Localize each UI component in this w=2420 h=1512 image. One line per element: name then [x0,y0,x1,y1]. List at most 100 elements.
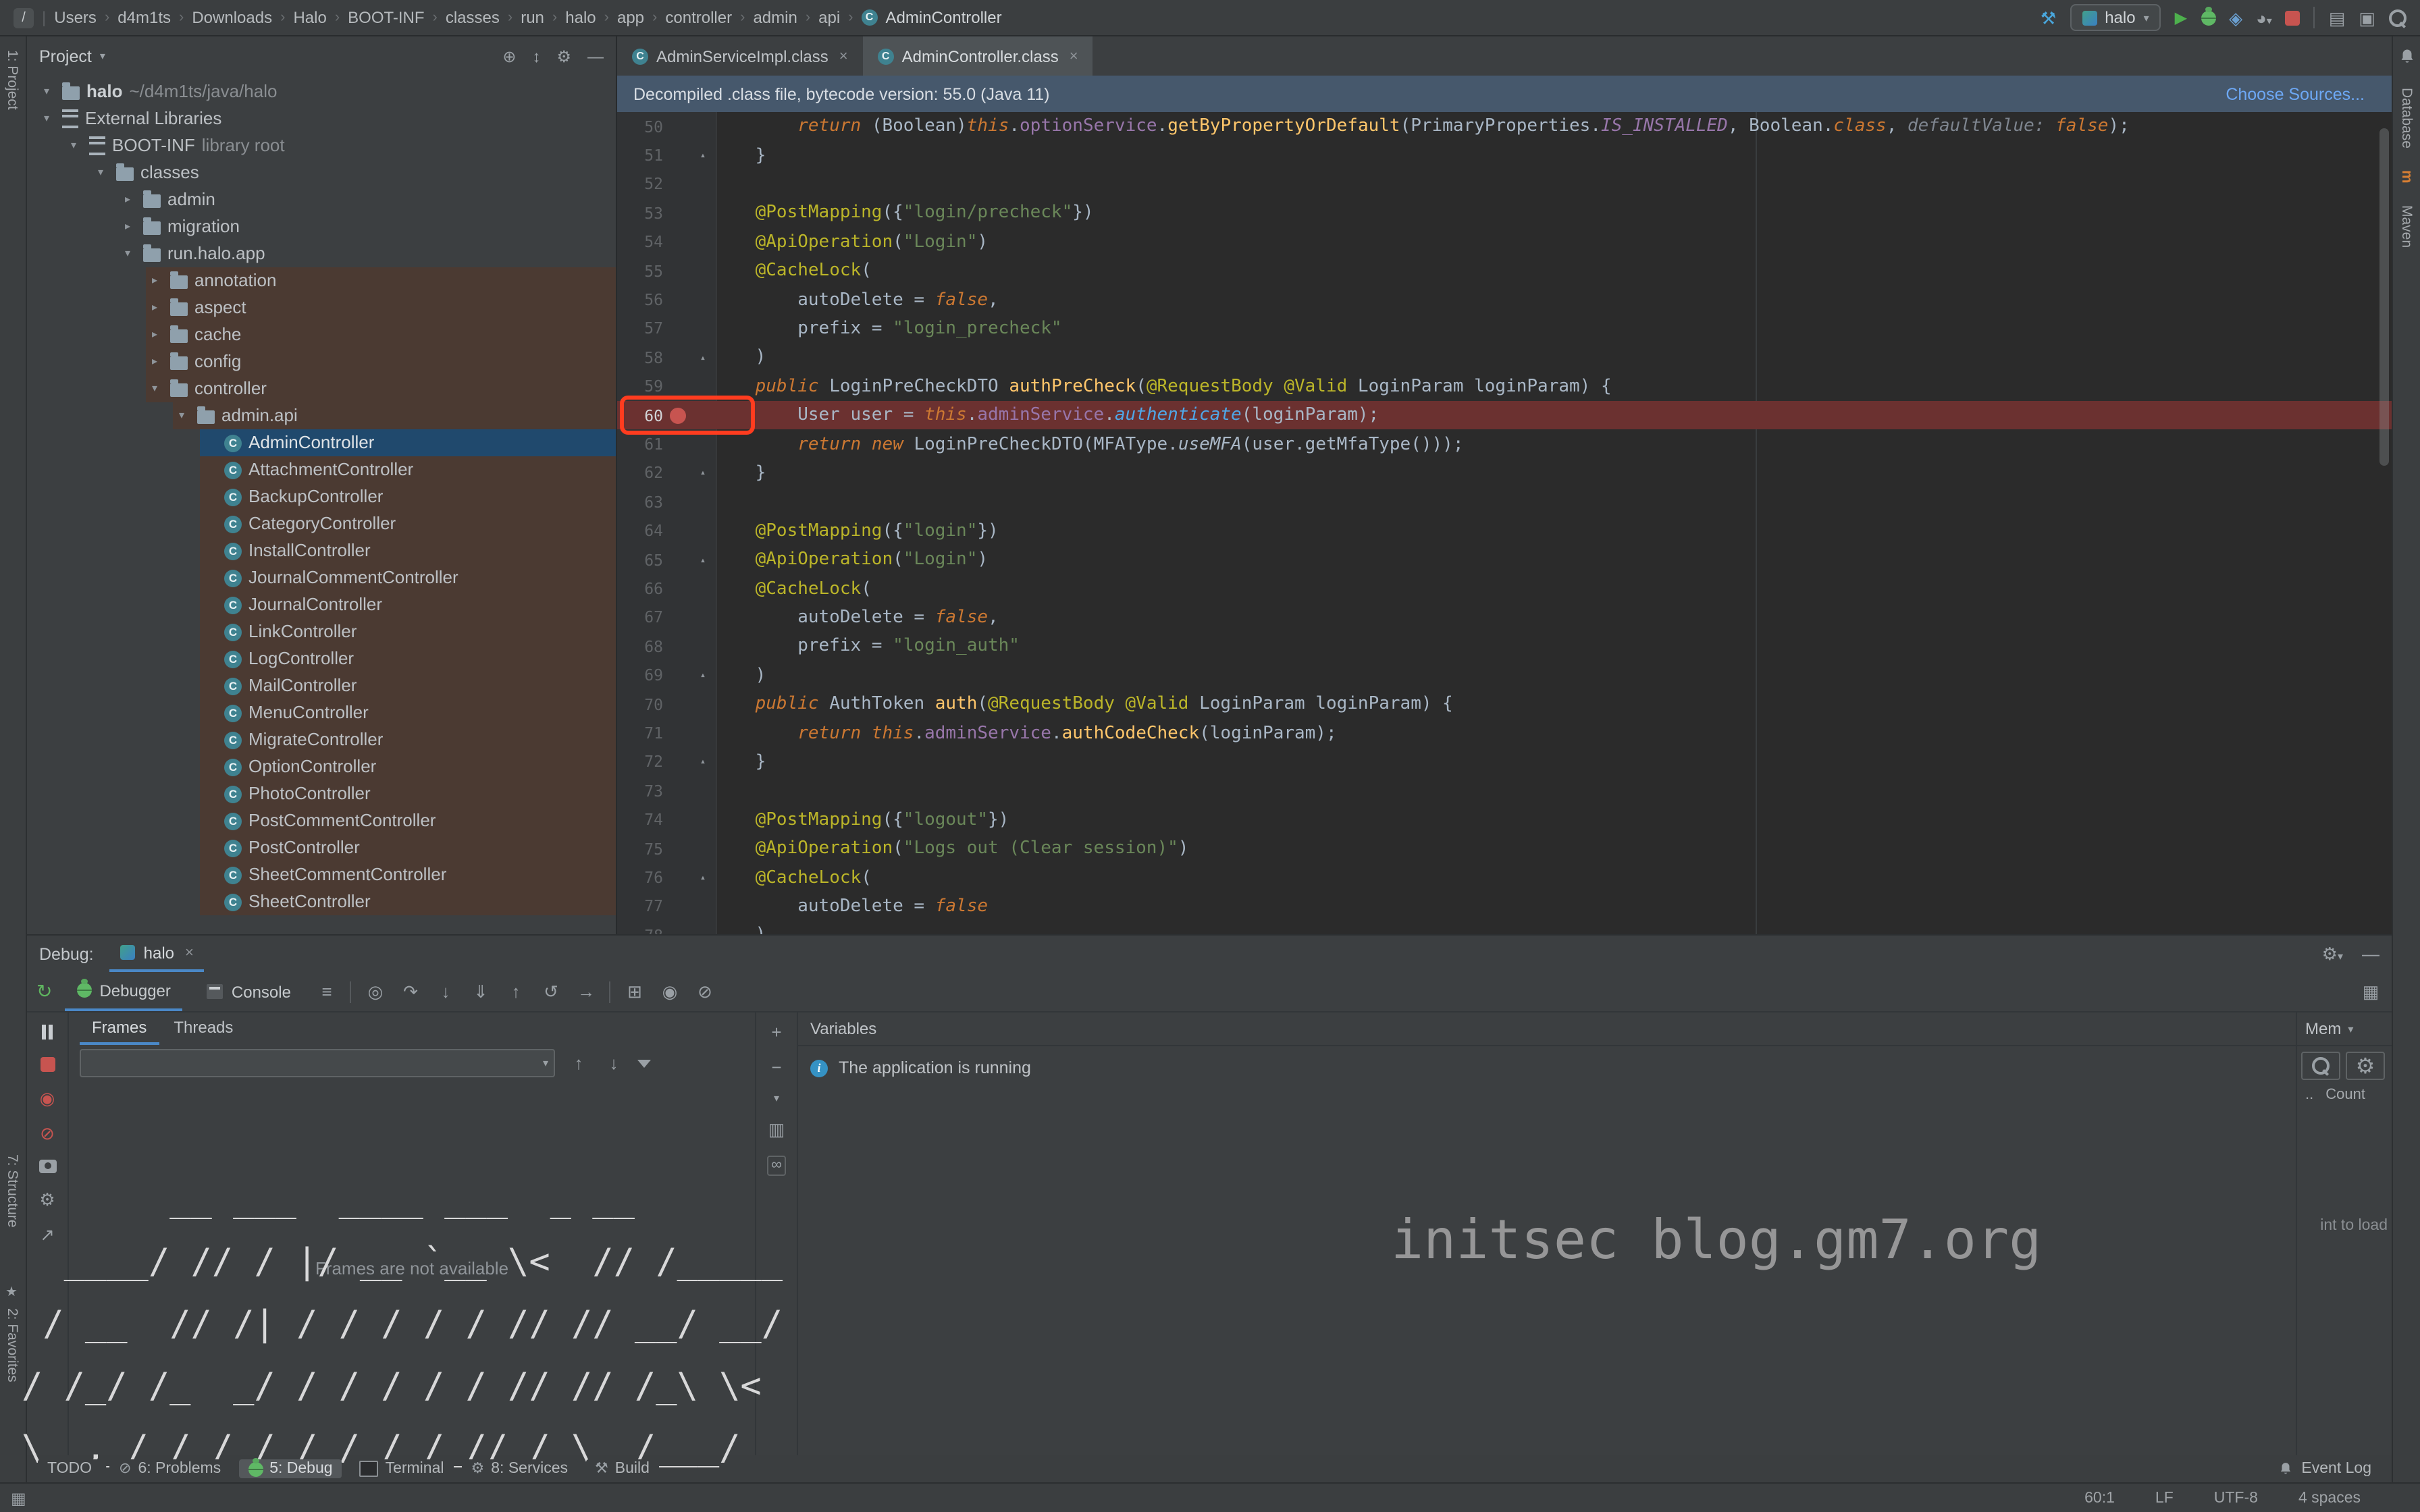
tool-stripe-database[interactable]: Database [2398,88,2415,148]
choose-sources-link[interactable]: Choose Sources... [2226,84,2365,103]
notifications-bell-icon[interactable] [2398,47,2415,66]
tab-console[interactable]: Console [195,972,303,1011]
view-breakpoints-icon[interactable]: ◉ [40,1089,55,1107]
code-line[interactable]: 69▴ ) [617,661,2392,690]
tree-item[interactable]: ▾BOOT-INF library root [27,132,616,159]
run-configuration-selector[interactable]: halo ▾ [2070,4,2161,31]
code-line[interactable]: 66 @CacheLock( [617,574,2392,603]
tool-window-button-terminal[interactable]: Terminal [350,1459,454,1478]
caret-position[interactable]: 60:1 [2084,1490,2115,1506]
tree-item[interactable]: ▾admin.api [27,402,616,429]
tree-item[interactable]: ▸aspect [27,294,616,321]
search-everywhere-icon[interactable] [2389,9,2406,26]
step-into-icon[interactable]: ↓ [434,983,457,1000]
tree-chevron-icon[interactable]: ▸ [146,348,163,375]
code-line[interactable]: 75 @ApiOperation("Logs out (Clear sessio… [617,834,2392,863]
project-view-title[interactable]: Project [39,47,92,65]
chevron-down-icon[interactable]: ▾ [100,50,105,62]
code-line[interactable]: 56 autoDelete = false, [617,286,2392,315]
memory-search-button[interactable] [2301,1052,2340,1080]
layout-icon[interactable]: ≡ [315,983,338,1000]
chevron-down-icon[interactable]: ▾ [774,1092,779,1104]
locate-file-icon[interactable]: ⊕ [502,47,516,65]
fold-marker-icon[interactable]: ▴ [693,468,713,479]
filter-funnel-icon[interactable] [637,1059,651,1067]
tab-debugger[interactable]: Debugger [64,972,182,1011]
code-line[interactable]: 71 return this.adminService.authCodeChec… [617,719,2392,748]
code-line[interactable]: 53 @PostMapping({"login/precheck"}) [617,198,2392,227]
event-log-button[interactable]: Event Log [2269,1459,2381,1478]
editor-scrollbar[interactable] [2379,128,2389,466]
memory-settings-button[interactable]: ⚙ [2346,1052,2385,1080]
build-hammer-icon[interactable]: ⚒ [2041,9,2056,26]
mute-breakpoints-icon[interactable]: ⊘ [40,1125,55,1142]
frame-up-icon[interactable]: ↑ [567,1054,590,1072]
breadcrumb-item[interactable]: BOOT-INF [348,8,424,27]
tool-stripe-project[interactable]: 1: Project [4,50,20,110]
tool-window-switcher-icon[interactable]: ▦ [11,1488,26,1507]
step-over-icon[interactable]: ↷ [399,983,422,1000]
close-icon[interactable]: × [839,48,848,64]
show-execution-point-icon[interactable]: ◎ [364,983,387,1000]
tool-window-button-todo[interactable]: TODO [38,1459,101,1478]
tree-item[interactable]: MailController [27,672,616,699]
add-watch-icon[interactable]: + [771,1022,781,1042]
tree-item[interactable]: PostCommentController [27,807,616,834]
tree-chevron-icon[interactable]: ▾ [146,375,163,402]
fold-marker-icon[interactable]: ▴ [693,554,713,565]
force-step-into-icon[interactable]: ⇓ [469,983,492,1000]
tab-frames[interactable]: Frames [80,1013,159,1045]
view-breakpoints-icon[interactable]: ◉ [658,983,681,1000]
indent-setting[interactable]: 4 spaces [2298,1490,2361,1506]
fold-marker-icon[interactable]: ▴ [693,872,713,883]
fold-marker-icon[interactable]: ▴ [693,757,713,767]
tree-item[interactable]: AdminController [27,429,616,456]
memory-diff-column[interactable]: .. [2305,1087,2313,1103]
code-line[interactable]: 61 return new LoginPreCheckDTO(MFAType.u… [617,430,2392,459]
code-line[interactable]: 50 return (Boolean)this.optionService.ge… [617,112,2392,141]
close-icon[interactable]: × [185,944,194,961]
code-line[interactable]: 77 autoDelete = false [617,892,2392,921]
restore-layout-icon[interactable]: ▦ [2359,983,2382,1000]
code-line[interactable]: 54 @ApiOperation("Login") [617,227,2392,256]
tool-stripe-structure[interactable]: 7: Structure [4,1154,20,1228]
code-line[interactable]: 64 @PostMapping({"login"}) [617,516,2392,545]
code-line[interactable]: 51▴ } [617,141,2392,170]
mute-breakpoints-icon[interactable]: ⊘ [693,983,716,1000]
tab-threads[interactable]: Threads [161,1013,245,1045]
tree-item[interactable]: ▾run.halo.app [27,240,616,267]
tree-chevron-icon[interactable]: ▸ [146,267,163,294]
tree-item[interactable]: ▾halo ~/d4m1ts/java/halo [27,78,616,105]
debug-button[interactable] [2201,10,2215,25]
hide-panel-icon[interactable]: — [2362,944,2379,964]
breadcrumb-item[interactable]: AdminController [886,8,1002,27]
tree-chevron-icon[interactable]: ▾ [38,105,55,132]
tree-chevron-icon[interactable]: ▸ [146,321,163,348]
evaluate-expression-icon[interactable]: ⊞ [623,983,646,1000]
stop-button[interactable] [2286,10,2300,25]
code-line[interactable]: 58▴ ) [617,343,2392,372]
stop-icon[interactable] [40,1057,55,1072]
code-line[interactable]: 52 [617,170,2392,199]
memory-count-column[interactable]: Count [2325,1087,2365,1103]
tree-chevron-icon[interactable]: ▾ [38,78,55,105]
tree-item[interactable]: PhotoController [27,780,616,807]
breadcrumb-item[interactable]: controller [665,8,732,27]
tool-window-button-build[interactable]: ⚒Build [585,1459,659,1478]
tree-item[interactable]: JournalCommentController [27,564,616,591]
watch-return-values-icon[interactable]: ∞ [767,1156,786,1176]
memory-load-hint[interactable]: int to load [2320,1218,2388,1234]
tree-item[interactable]: LinkController [27,618,616,645]
tree-item[interactable]: ▾controller [27,375,616,402]
tree-chevron-icon[interactable]: ▾ [119,240,136,267]
tree-item[interactable]: ▸admin [27,186,616,213]
code-line[interactable]: 59 public LoginPreCheckDTO authPreCheck(… [617,372,2392,401]
open-project-icon[interactable]: ▤ [2329,9,2346,26]
tool-window-button--debug[interactable]: 5: Debug [238,1459,342,1478]
tree-item[interactable]: InstallController [27,537,616,564]
close-icon[interactable]: × [1070,48,1078,64]
tool-window-button--problems[interactable]: ⊘6: Problems [109,1459,230,1478]
gear-icon[interactable]: ⚙ [39,1191,55,1208]
breadcrumb-item[interactable]: api [818,8,840,27]
tree-item[interactable]: OptionController [27,753,616,780]
